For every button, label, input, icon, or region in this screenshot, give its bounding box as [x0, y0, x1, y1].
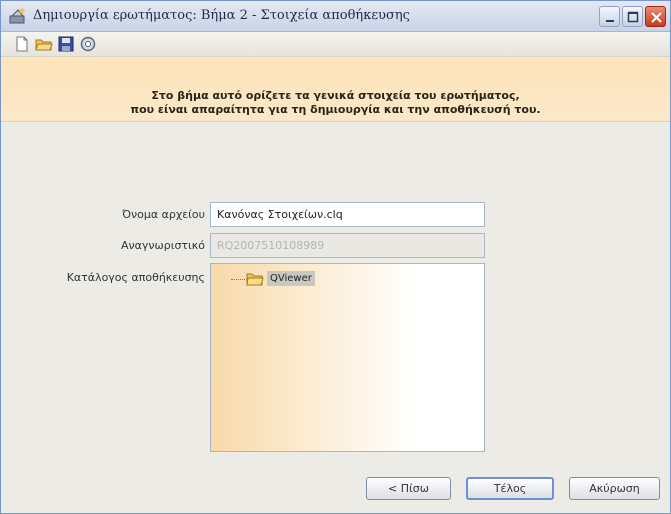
- instruction-banner: Στο βήμα αυτό ορίζετε τα γενικά στοιχεία…: [1, 57, 670, 122]
- banner-text-line-2: που είναι απαραίτητα για τη δημιουργία κ…: [130, 103, 541, 116]
- folder-icon: [246, 271, 264, 287]
- cancel-button[interactable]: Ακύρωση: [569, 477, 660, 500]
- dialog-window: Δημιουργία ερωτήματος: Βήμα 2 - Στοιχεία…: [0, 0, 671, 514]
- maximize-button[interactable]: [622, 6, 643, 27]
- tree-node-qviewer[interactable]: QViewer: [267, 271, 315, 286]
- back-button[interactable]: < Πίσω: [366, 477, 451, 500]
- finish-button[interactable]: Τέλος: [466, 477, 554, 500]
- identifier-field: RQ2007510108989: [210, 233, 485, 258]
- filename-input[interactable]: Κανόνας Στοιχείων.clq: [210, 202, 485, 227]
- filename-label: Όνομα αρχείου: [122, 208, 205, 221]
- banner-text-line-1: Στο βήμα αυτό ορίζετε τα γενικά στοιχεία…: [151, 89, 520, 102]
- toolbar: [1, 32, 670, 57]
- new-document-icon[interactable]: [13, 35, 31, 53]
- minimize-button[interactable]: [599, 6, 620, 27]
- directory-label: Κατάλογος αποθήκευσης: [66, 271, 205, 284]
- tree-connector-line: [231, 279, 245, 280]
- window-title: Δημιουργία ερωτήματος: Βήμα 2 - Στοιχεία…: [33, 8, 410, 23]
- wizard-app-icon: [9, 7, 27, 25]
- save-icon[interactable]: [57, 35, 75, 53]
- title-bar[interactable]: Δημιουργία ερωτήματος: Βήμα 2 - Στοιχεία…: [1, 1, 670, 32]
- close-button[interactable]: [645, 6, 666, 27]
- open-folder-icon[interactable]: [35, 35, 53, 53]
- directory-tree[interactable]: QViewer: [210, 263, 485, 452]
- identifier-label: Αναγνωριστικό: [120, 239, 205, 252]
- settings-icon[interactable]: [79, 35, 97, 53]
